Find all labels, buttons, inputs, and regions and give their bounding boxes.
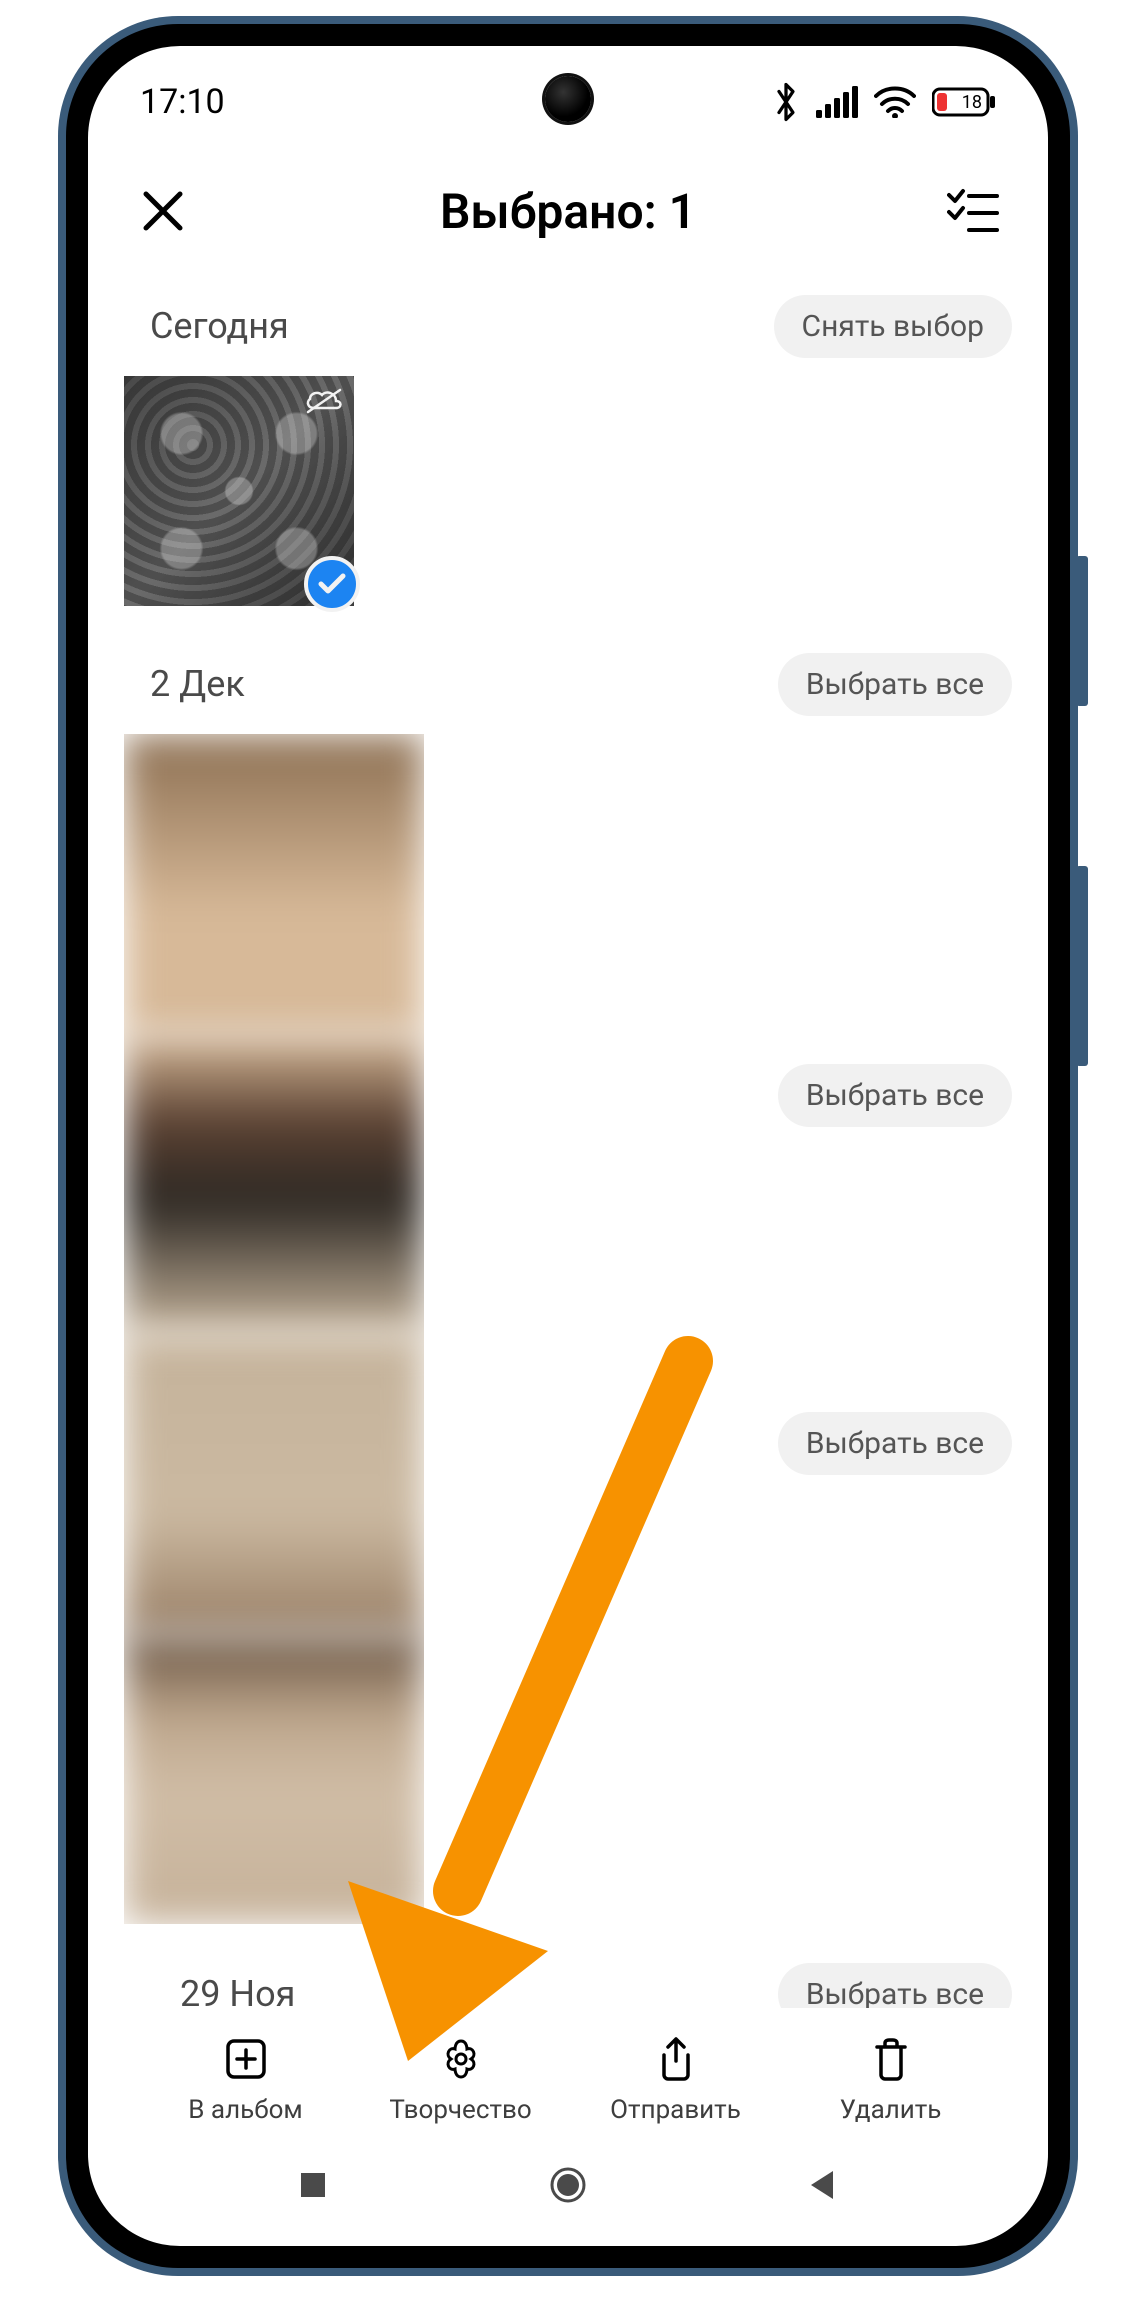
action-share[interactable]: Отправить bbox=[568, 2032, 783, 2125]
select-all-pill[interactable]: Выбрать все bbox=[778, 1064, 1012, 1127]
blurred-thumbnails[interactable] bbox=[124, 734, 424, 1924]
date-row-today: Сегодня Снять выбор bbox=[88, 276, 1048, 376]
deselect-pill[interactable]: Снять выбор bbox=[774, 295, 1012, 358]
close-button[interactable] bbox=[128, 176, 198, 246]
selected-check-icon bbox=[304, 556, 360, 612]
select-all-icon bbox=[947, 188, 999, 234]
wifi-icon bbox=[874, 86, 916, 118]
select-all-pill[interactable]: Выбрать все bbox=[778, 1412, 1012, 1475]
phone-frame-outer: 17:10 18 bbox=[58, 16, 1078, 2276]
select-all-button[interactable] bbox=[938, 176, 1008, 246]
bluetooth-icon bbox=[772, 82, 800, 122]
nav-back-icon[interactable] bbox=[805, 2167, 841, 2207]
close-icon bbox=[140, 188, 186, 234]
action-label: Отправить bbox=[610, 2095, 741, 2125]
flower-icon bbox=[437, 2032, 485, 2087]
date-row-float-1: Выбрать все bbox=[778, 1064, 1048, 1127]
thumb-row-today bbox=[88, 376, 1048, 606]
action-label: В альбом bbox=[188, 2095, 302, 2125]
date-row-2dec: 2 Дек Выбрать все bbox=[88, 634, 1048, 734]
battery-text: 18 bbox=[962, 92, 982, 113]
status-time: 17:10 bbox=[140, 82, 225, 122]
system-nav-bar bbox=[88, 2148, 1048, 2246]
battery-icon: 18 bbox=[932, 86, 996, 118]
select-all-pill[interactable]: Выбрать все bbox=[778, 653, 1012, 716]
action-creativity[interactable]: Творчество bbox=[353, 2032, 568, 2125]
header-title: Выбрано: 1 bbox=[218, 183, 918, 240]
action-delete[interactable]: Удалить bbox=[783, 2032, 998, 2125]
screen: 17:10 18 bbox=[88, 46, 1048, 2246]
trash-icon bbox=[867, 2032, 915, 2087]
signal-icon bbox=[816, 86, 858, 118]
date-row-float-2: Выбрать все bbox=[778, 1412, 1048, 1475]
app-header: Выбрано: 1 bbox=[88, 146, 1048, 276]
add-to-album-icon bbox=[222, 2032, 270, 2087]
action-to-album[interactable]: В альбом bbox=[138, 2032, 353, 2125]
nav-home-icon[interactable] bbox=[546, 2163, 590, 2211]
nav-recent-icon[interactable] bbox=[295, 2167, 331, 2207]
front-camera bbox=[545, 76, 591, 122]
photo-thumbnail-selected[interactable] bbox=[124, 376, 354, 606]
cloud-sync-off-icon bbox=[304, 386, 344, 420]
gallery-content[interactable]: Сегодня Снять выбор 2 Дек bbox=[88, 276, 1048, 2021]
bottom-action-bar: В альбом Творчество Отправить bbox=[88, 2008, 1048, 2148]
status-right: 18 bbox=[772, 82, 996, 122]
action-label: Творчество bbox=[389, 2095, 531, 2125]
status-bar: 17:10 18 bbox=[88, 46, 1048, 146]
date-label: 2 Дек bbox=[150, 663, 245, 705]
power-button bbox=[1076, 866, 1088, 1066]
phone-frame: 17:10 18 bbox=[66, 24, 1070, 2268]
date-label: Сегодня bbox=[150, 305, 289, 347]
share-icon bbox=[652, 2032, 700, 2087]
action-label: Удалить bbox=[840, 2095, 942, 2125]
volume-button bbox=[1076, 556, 1088, 706]
